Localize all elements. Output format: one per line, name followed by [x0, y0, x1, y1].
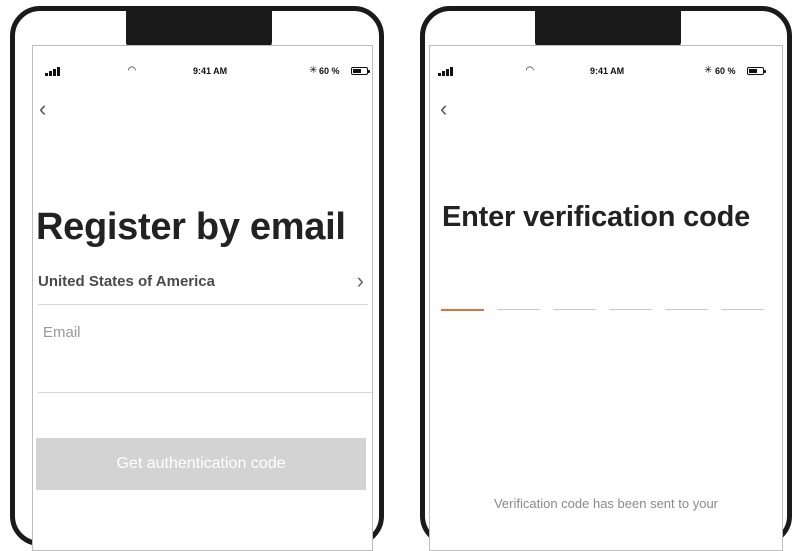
country-selector[interactable]: United States of America ›	[38, 264, 368, 305]
battery-percent: 60 %	[319, 66, 340, 76]
bluetooth-icon: ✳	[704, 65, 713, 76]
verification-code-input[interactable]	[441, 309, 782, 311]
code-digit-box[interactable]	[441, 309, 484, 311]
code-digit-box[interactable]	[665, 309, 708, 310]
code-digit-box[interactable]	[553, 309, 596, 310]
battery-icon	[351, 67, 370, 75]
wifi-icon: ◠	[526, 65, 534, 76]
email-field[interactable]	[43, 322, 343, 342]
code-digit-box[interactable]	[721, 309, 764, 310]
chevron-left-icon: ‹	[39, 96, 47, 121]
get-auth-code-button[interactable]: Get authentication code	[36, 438, 366, 490]
bluetooth-icon: ✳	[309, 65, 318, 76]
status-bar: ◠ 9:41 AM ✳ 60 %	[430, 65, 782, 78]
chevron-left-icon: ‹	[440, 96, 448, 121]
status-time: 9:41 AM	[193, 66, 228, 76]
page-title: Register by email	[36, 206, 346, 248]
verify-screen: ◠ 9:41 AM ✳ 60 % ‹ Enter verification co…	[429, 45, 783, 551]
battery-percent: 60 %	[715, 66, 736, 76]
wifi-icon: ◠	[128, 65, 136, 76]
back-button[interactable]: ‹	[440, 98, 447, 120]
status-time: 9:41 AM	[590, 66, 625, 76]
email-field-container	[38, 322, 372, 393]
signal-icon	[438, 67, 454, 76]
phone-notch	[126, 11, 272, 48]
back-button[interactable]: ‹	[39, 98, 46, 120]
country-name: United States of America	[38, 273, 215, 290]
phone-notch	[535, 11, 681, 48]
code-digit-box[interactable]	[497, 309, 540, 310]
code-digit-box[interactable]	[609, 309, 652, 310]
code-sent-message: Verification code has been sent to your	[493, 496, 719, 511]
chevron-right-icon: ›	[356, 268, 364, 293]
signal-icon	[45, 67, 61, 76]
phone-frame-register: ◠ 9:41 AM ✳ 60 % ‹ Register by email Uni…	[10, 6, 384, 551]
phone-frame-verify: ◠ 9:41 AM ✳ 60 % ‹ Enter verification co…	[420, 6, 792, 551]
register-screen: ◠ 9:41 AM ✳ 60 % ‹ Register by email Uni…	[32, 45, 373, 551]
status-bar: ◠ 9:41 AM ✳ 60 %	[33, 65, 372, 78]
page-title: Enter verification code	[442, 201, 751, 233]
battery-icon	[747, 67, 766, 75]
